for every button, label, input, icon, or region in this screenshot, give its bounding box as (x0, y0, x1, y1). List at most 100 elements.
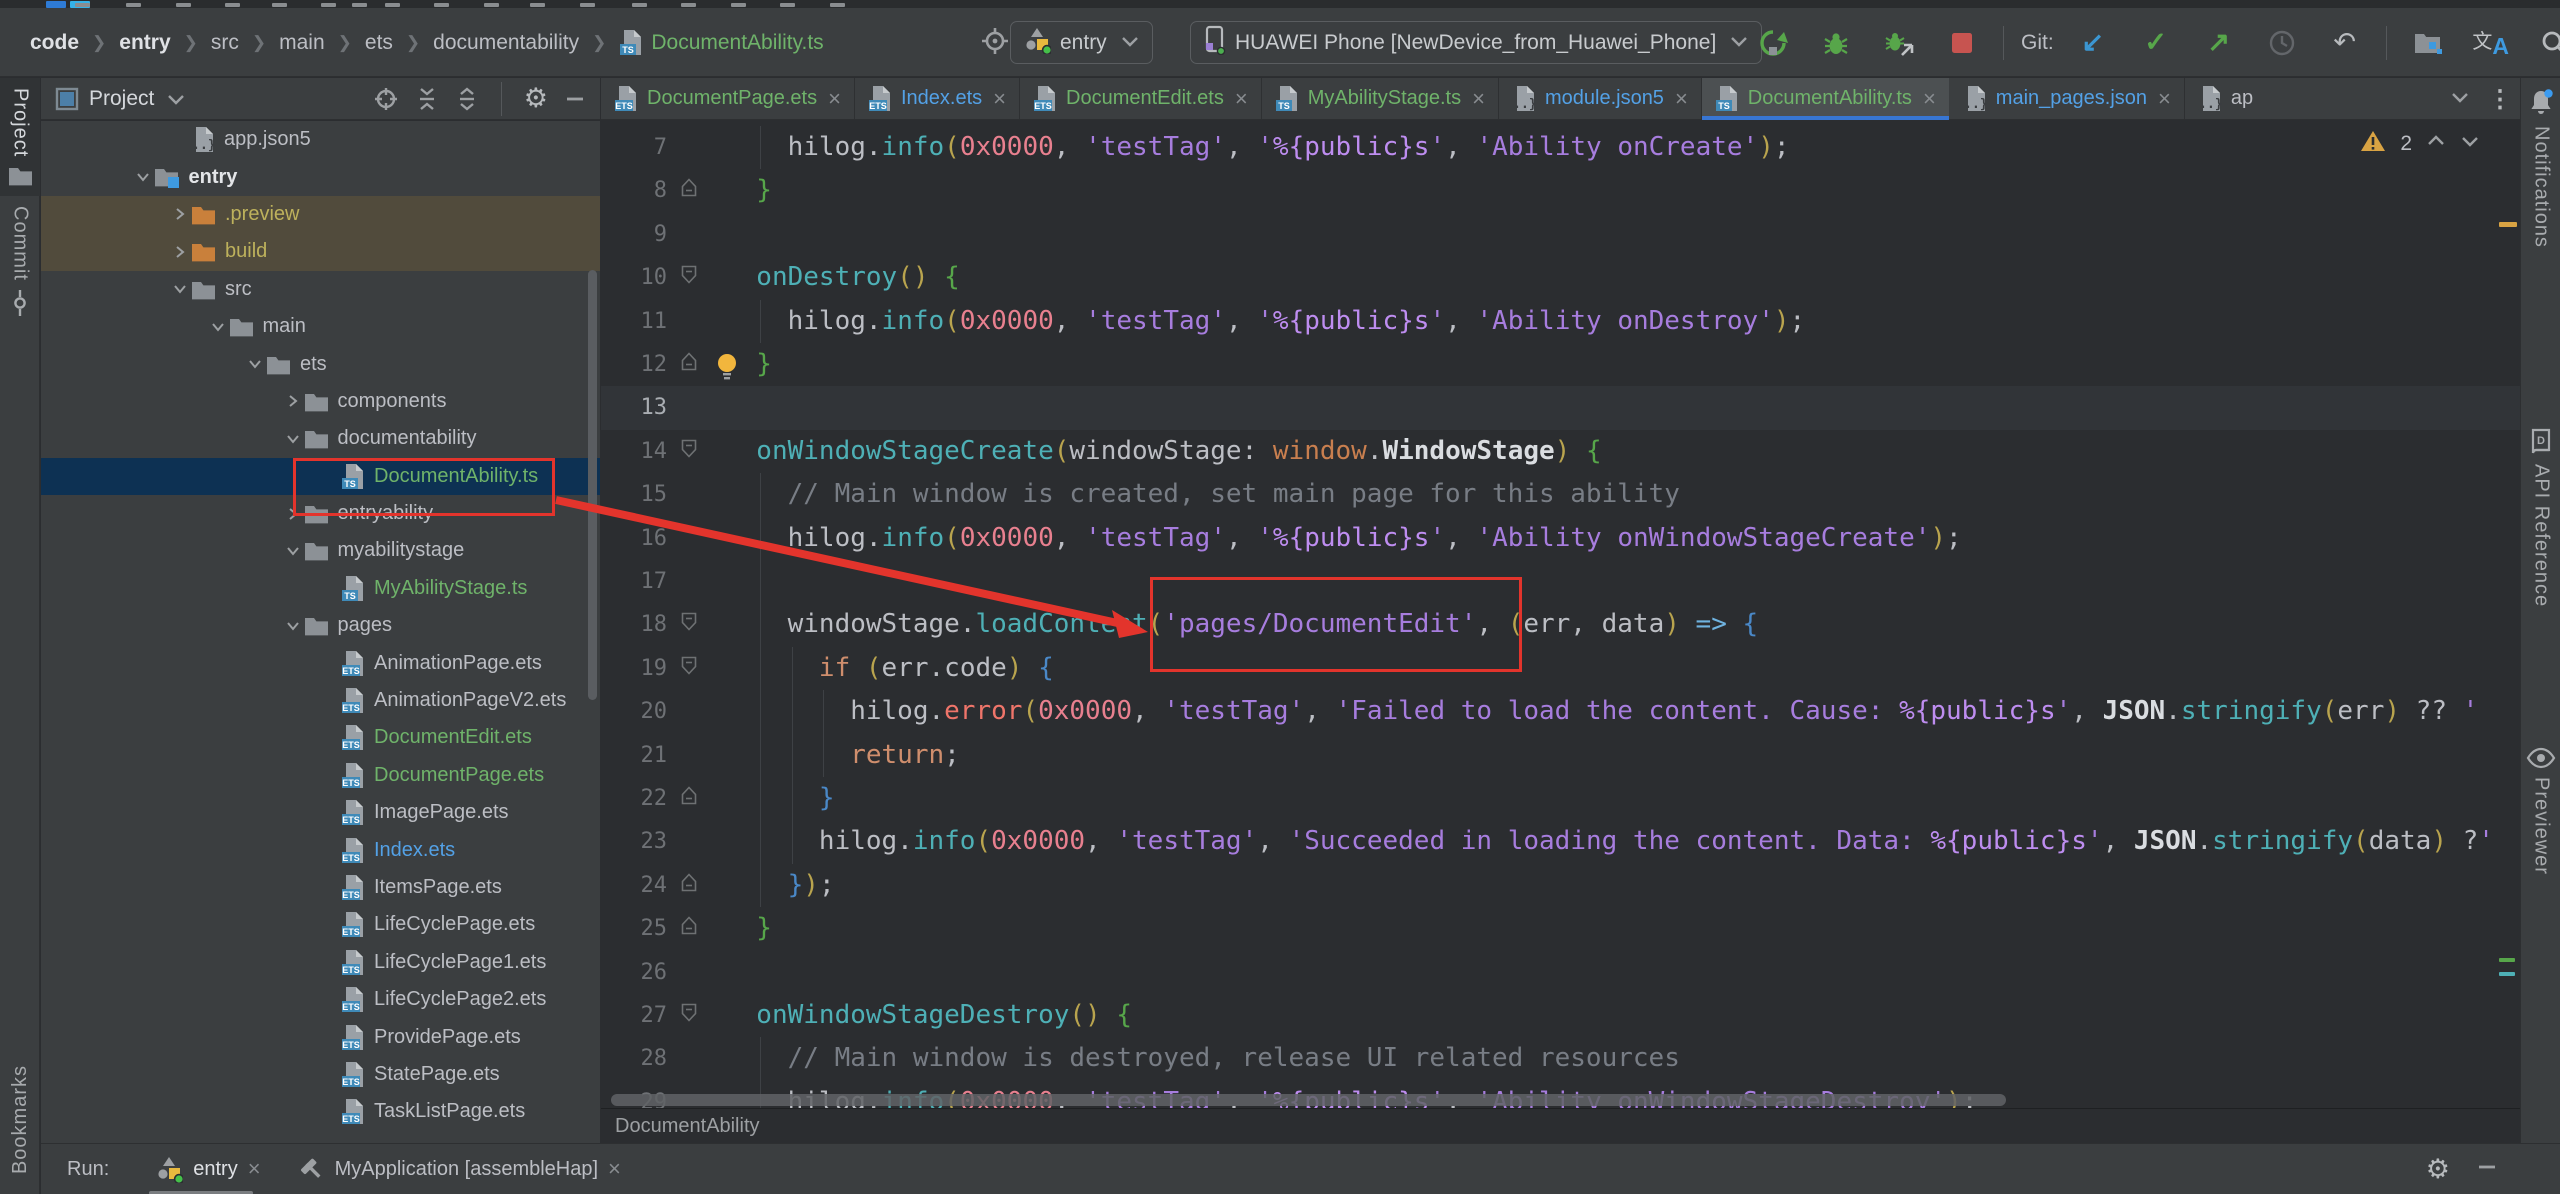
device-select[interactable]: HUAWEI Phone [NewDevice_from_Huawei_Phon… (1190, 21, 1762, 64)
tree-item-itemspage-ets[interactable]: ETSItemsPage.ets (41, 869, 600, 906)
tree-item-animationpage-ets[interactable]: ETSAnimationPage.ets (41, 644, 600, 681)
tree-item-ets[interactable]: ets (41, 345, 600, 382)
tree-item-pages[interactable]: pages (41, 607, 600, 644)
tree-item-lifecyclepage1-ets[interactable]: ETSLifeCyclePage1.ets (41, 944, 600, 981)
tree-chevron-icon[interactable] (169, 244, 191, 260)
rerun-button[interactable] (1745, 21, 1801, 65)
tab-close-icon[interactable]: × (1472, 86, 1485, 112)
tree-chevron-icon[interactable] (207, 319, 229, 335)
run-config-select[interactable]: entry (1010, 21, 1153, 64)
tree-chevron-icon[interactable] (282, 431, 304, 447)
tab-close-icon[interactable]: × (248, 1156, 261, 1182)
editor-tab-index-ets[interactable]: ETSIndex.ets× (855, 78, 1020, 119)
tab-close-icon[interactable]: × (828, 86, 841, 112)
tree-chevron-icon[interactable] (169, 206, 191, 222)
editor-tab-main-pages-json[interactable]: {..}main_pages.json× (1950, 78, 2185, 119)
editor-tab-documentability-ts[interactable]: TSDocumentAbility.ts× (1702, 78, 1950, 119)
tree-item-statepage-ets[interactable]: ETSStatePage.ets (41, 1056, 600, 1093)
tree-item-imagepage-ets[interactable]: ETSImagePage.ets (41, 794, 600, 831)
tree-item-components[interactable]: components (41, 383, 600, 420)
fold-marker-icon[interactable] (681, 352, 697, 376)
hidden-tabs-chevron-icon[interactable] (2450, 89, 2470, 110)
push-button[interactable]: ↗ (2191, 21, 2247, 65)
commit-check-button[interactable]: ✓ (2128, 21, 2184, 65)
locate-button[interactable] (373, 86, 399, 112)
breadcrumb-item[interactable]: documentability (433, 31, 579, 55)
tab-close-icon[interactable]: × (993, 86, 1006, 112)
more-options-icon[interactable]: ⋮ (2488, 85, 2512, 114)
editor-tab-documentpage-ets[interactable]: ETSDocumentPage.ets× (601, 78, 855, 119)
tool-stripe-project[interactable]: Project (0, 78, 40, 196)
prev-warning-icon[interactable] (2426, 133, 2446, 154)
stop-button[interactable] (1934, 21, 1990, 65)
collapse-all-button[interactable] (455, 86, 479, 112)
fold-marker-icon[interactable] (681, 612, 697, 636)
chevron-down-icon[interactable] (166, 91, 186, 107)
debug-button[interactable] (1808, 21, 1864, 65)
history-clock-button[interactable] (2254, 21, 2310, 65)
hide-button[interactable] (564, 88, 586, 110)
tab-close-icon[interactable]: × (608, 1156, 621, 1182)
editor-breadcrumb-item[interactable]: DocumentAbility (615, 1115, 760, 1138)
device-file-browser-button[interactable] (2400, 21, 2456, 65)
editor-tab-module-json5[interactable]: {..}module.json5× (1499, 78, 1702, 119)
breadcrumb-item[interactable]: src (211, 31, 239, 55)
tree-item--preview[interactable]: .preview (41, 196, 600, 233)
next-warning-icon[interactable] (2460, 133, 2480, 154)
run-tab-myapplication-assemblehap-[interactable]: MyApplication [assembleHap]× (279, 1144, 639, 1194)
tree-chevron-icon[interactable] (132, 169, 154, 185)
tree-item-entry[interactable]: entry (41, 158, 600, 195)
code-editor[interactable]: 7 hilog.info(0x0000, 'testTag', '%{publi… (601, 120, 2520, 1108)
search-everywhere-button[interactable] (2526, 21, 2560, 65)
fold-marker-icon[interactable] (681, 656, 697, 680)
tool-stripe-bookmarks[interactable]: Bookmarks (0, 1055, 40, 1184)
breadcrumb-item[interactable]: main (279, 31, 325, 55)
fold-marker-icon[interactable] (681, 265, 697, 289)
tree-item-animationpagev2-ets[interactable]: ETSAnimationPageV2.ets (41, 682, 600, 719)
settings-gear-button[interactable]: ⚙ (524, 85, 548, 112)
tree-item-build[interactable]: build (41, 233, 600, 270)
target-icon[interactable] (980, 26, 1010, 61)
tab-close-icon[interactable]: × (1675, 86, 1688, 112)
expand-all-button[interactable] (415, 86, 439, 112)
tab-close-icon[interactable]: × (2158, 86, 2171, 112)
tool-stripe-notifications[interactable]: Notifications (2521, 78, 2560, 258)
update-pull-button[interactable]: ↙ (2065, 21, 2121, 65)
tree-chevron-icon[interactable] (169, 281, 191, 297)
tree-item-lifecyclepage-ets[interactable]: ETSLifeCyclePage.ets (41, 906, 600, 943)
tree-item-documentedit-ets[interactable]: ETSDocumentEdit.ets (41, 719, 600, 756)
tree-chevron-icon[interactable] (282, 543, 304, 559)
project-tree-scrollbar[interactable] (588, 270, 597, 700)
run-tab-entry[interactable]: entry× (137, 1144, 278, 1194)
tree-item-documentability[interactable]: documentability (41, 420, 600, 457)
breadcrumb-item[interactable]: code (30, 31, 79, 55)
tool-stripe-api-reference[interactable]: DAPI Reference (2521, 418, 2560, 617)
tab-close-icon[interactable]: × (1923, 86, 1936, 112)
tree-item-src[interactable]: src (41, 271, 600, 308)
fold-marker-icon[interactable] (681, 178, 697, 202)
editor-tab-documentedit-ets[interactable]: ETSDocumentEdit.ets× (1020, 78, 1262, 119)
tree-item-index-ets[interactable]: ETSIndex.ets (41, 831, 600, 868)
tool-stripe-previewer[interactable]: Previewer (2521, 737, 2560, 885)
breadcrumb-item[interactable]: ets (365, 31, 393, 55)
editor-tab-ap[interactable]: {..}ap (2185, 78, 2273, 119)
horizontal-scrollbar[interactable] (611, 1094, 2006, 1106)
tab-close-icon[interactable]: × (1235, 86, 1248, 112)
tree-chevron-icon[interactable] (244, 356, 266, 372)
rollback-button[interactable]: ↶ (2317, 21, 2373, 65)
tree-item-tasklistpage-ets[interactable]: ETSTaskListPage.ets (41, 1093, 600, 1130)
fold-marker-icon[interactable] (681, 786, 697, 810)
tree-item-myabilitystage-ts[interactable]: TSMyAbilityStage.ts (41, 570, 600, 607)
inspection-widget[interactable]: 2 (2360, 129, 2480, 158)
settings-gear-icon[interactable]: ⚙ (2426, 1156, 2450, 1183)
tree-item-lifecyclepage2-ets[interactable]: ETSLifeCyclePage2.ets (41, 981, 600, 1018)
tree-item-myabilitystage[interactable]: myabilitystage (41, 532, 600, 569)
editor-tab-myabilitystage-ts[interactable]: TSMyAbilityStage.ts× (1262, 78, 1499, 119)
fold-marker-icon[interactable] (681, 1003, 697, 1027)
fold-marker-icon[interactable] (681, 916, 697, 940)
breadcrumb-file[interactable]: TSDocumentAbility.ts (619, 29, 823, 56)
hide-icon[interactable] (2476, 1156, 2498, 1183)
tree-item-main[interactable]: main (41, 308, 600, 345)
fold-marker-icon[interactable] (681, 439, 697, 463)
tree-item-app-json5[interactable]: {..}app.json5 (41, 121, 600, 158)
